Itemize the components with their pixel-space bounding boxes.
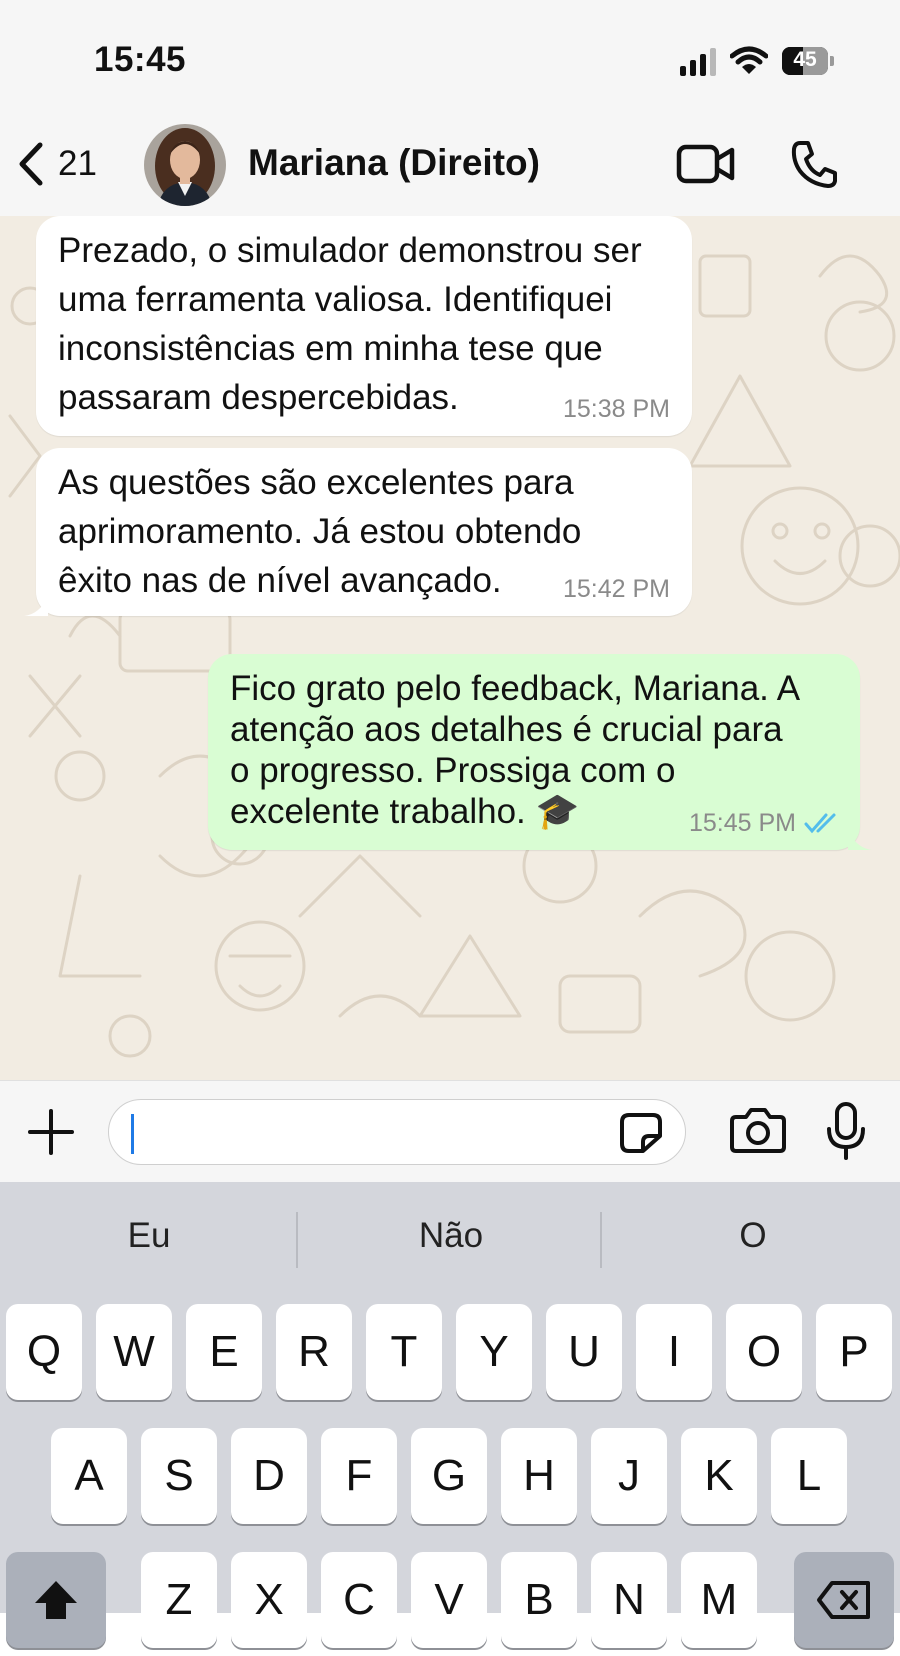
- suggestion-item[interactable]: Eu: [0, 1216, 298, 1256]
- message-line: o progresso. Prossiga com o: [230, 751, 676, 790]
- avatar[interactable]: [144, 124, 226, 206]
- message-line: aprimoramento. Já estou obtendo: [58, 512, 582, 551]
- input-bar: [0, 1080, 900, 1183]
- backspace-icon: [817, 1581, 870, 1619]
- message-time: 15:45 PM: [688, 809, 796, 837]
- key-t[interactable]: T: [366, 1304, 442, 1400]
- key-y[interactable]: Y: [456, 1304, 532, 1400]
- status-time: 15:45: [94, 40, 187, 79]
- key-o[interactable]: O: [726, 1304, 802, 1400]
- plus-icon: [28, 1109, 74, 1155]
- key-s[interactable]: S: [141, 1428, 217, 1524]
- message-line: êxito nas de nível avançado.: [58, 561, 502, 600]
- key-a[interactable]: A: [51, 1428, 127, 1524]
- key-b[interactable]: B: [501, 1552, 577, 1648]
- unread-count: 21: [58, 144, 97, 183]
- shift-key[interactable]: [6, 1552, 106, 1648]
- microphone-button[interactable]: [826, 1101, 866, 1166]
- message-input[interactable]: [108, 1099, 686, 1165]
- key-k[interactable]: K: [681, 1428, 757, 1524]
- key-f[interactable]: F: [321, 1428, 397, 1524]
- key-g[interactable]: G: [411, 1428, 487, 1524]
- status-icons: 45: [680, 44, 834, 78]
- key-q[interactable]: Q: [6, 1304, 82, 1400]
- video-call-button[interactable]: [676, 136, 736, 192]
- message-bubble-incoming[interactable]: As questões são excelentes para aprimora…: [24, 448, 692, 616]
- sticker-button[interactable]: [619, 1112, 663, 1159]
- key-p[interactable]: P: [816, 1304, 892, 1400]
- message-line: inconsistências em minha tese que: [58, 329, 603, 368]
- chat-header: 21 Mariana (Direito): [0, 120, 900, 216]
- back-chevron-icon: [19, 142, 43, 186]
- camera-icon: [730, 1108, 786, 1153]
- shift-icon: [35, 1581, 77, 1619]
- message-line: uma ferramenta valiosa. Identifiquei: [58, 280, 613, 319]
- key-v[interactable]: V: [411, 1552, 487, 1648]
- key-u[interactable]: U: [546, 1304, 622, 1400]
- backspace-key[interactable]: [794, 1552, 894, 1648]
- camera-button[interactable]: [730, 1107, 786, 1158]
- key-e[interactable]: E: [186, 1304, 262, 1400]
- suggestion-item[interactable]: O: [604, 1216, 900, 1256]
- message-time: 15:38 PM: [562, 395, 670, 423]
- battery-level: 45: [793, 48, 817, 71]
- key-h[interactable]: H: [501, 1428, 577, 1524]
- message-line: atenção aos detalhes é crucial para: [230, 710, 783, 749]
- keyboard: Eu Não O Q W E R T Y U I O P A S D F G H…: [0, 1182, 900, 1648]
- message-line: Prezado, o simulador demonstrou ser: [58, 231, 642, 270]
- suggestion-item[interactable]: Não: [302, 1216, 600, 1256]
- key-w[interactable]: W: [96, 1304, 172, 1400]
- chat-area[interactable]: Prezado, o simulador demonstrou ser uma …: [0, 216, 900, 1080]
- status-bar: 15:45 45: [0, 0, 900, 120]
- suggestion-divider: [296, 1212, 298, 1268]
- key-n[interactable]: N: [591, 1552, 667, 1648]
- key-r[interactable]: R: [276, 1304, 352, 1400]
- double-check-read-icon: [804, 813, 836, 834]
- sticker-icon: [620, 1113, 662, 1153]
- key-m[interactable]: M: [681, 1552, 757, 1648]
- message-time: 15:42 PM: [562, 575, 670, 603]
- suggestion-divider: [600, 1212, 602, 1268]
- message-bubble-outgoing[interactable]: Fico grato pelo feedback, Mariana. A ate…: [208, 654, 872, 850]
- key-d[interactable]: D: [231, 1428, 307, 1524]
- video-call-icon: [676, 144, 735, 184]
- battery-icon: 45: [782, 47, 834, 75]
- bubble-tail: [848, 830, 872, 850]
- attach-button[interactable]: [26, 1107, 76, 1162]
- text-caret: [131, 1114, 134, 1154]
- key-z[interactable]: Z: [141, 1552, 217, 1648]
- key-j[interactable]: J: [591, 1428, 667, 1524]
- message-bubble-incoming[interactable]: Prezado, o simulador demonstrou ser uma …: [36, 216, 692, 436]
- key-c[interactable]: C: [321, 1552, 397, 1648]
- key-i[interactable]: I: [636, 1304, 712, 1400]
- phone-icon: [791, 141, 837, 188]
- signal-icon: [680, 46, 716, 76]
- message-line: Fico grato pelo feedback, Mariana. A: [230, 669, 801, 708]
- key-l[interactable]: L: [771, 1428, 847, 1524]
- bubble-tail: [24, 596, 48, 616]
- key-x[interactable]: X: [231, 1552, 307, 1648]
- message-line: passaram despercebidas.: [58, 378, 459, 417]
- suggestion-bar: Eu Não O: [0, 1182, 900, 1298]
- message-line: As questões são excelentes para: [58, 463, 574, 502]
- voice-call-button[interactable]: [790, 136, 838, 192]
- microphone-icon: [827, 1102, 865, 1160]
- wifi-icon: [730, 46, 768, 74]
- back-button[interactable]: 21: [16, 134, 97, 194]
- contact-name[interactable]: Mariana (Direito): [248, 142, 540, 184]
